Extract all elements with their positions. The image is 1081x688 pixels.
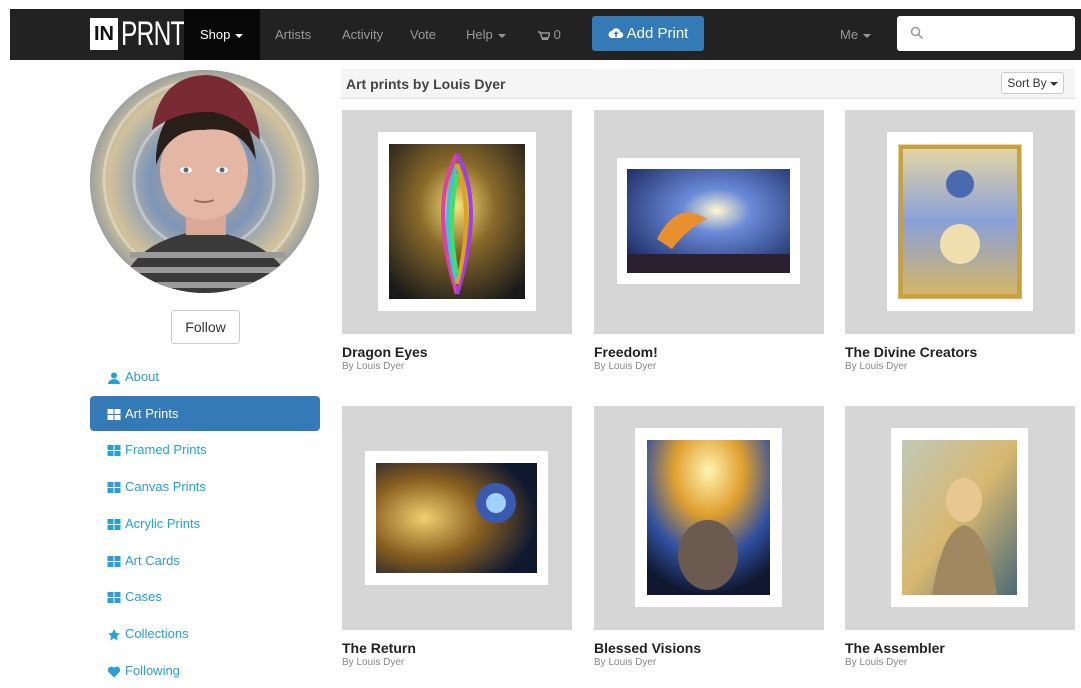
sort-by-dropdown[interactable]: Sort By: [1001, 72, 1064, 94]
print-thumbnail[interactable]: [594, 110, 824, 334]
nav-vote[interactable]: Vote: [410, 9, 436, 60]
sidebar-item-label: Acrylic Prints: [125, 516, 201, 531]
sidebar-item-label: Collections: [125, 626, 189, 641]
sidebar-item-about[interactable]: About: [90, 359, 320, 394]
print-title[interactable]: Dragon Eyes: [342, 344, 428, 360]
sidebar-item-canvas-prints[interactable]: Canvas Prints: [90, 469, 320, 504]
top-navbar: IN PRNT Shop Artists Activity Vote Help …: [10, 9, 1081, 60]
caret-down-icon: [497, 33, 506, 38]
follow-button[interactable]: Follow: [171, 310, 240, 344]
sidebar-item-art-prints[interactable]: Art Prints: [90, 396, 320, 431]
search-icon: [910, 26, 924, 40]
print-artwork: [376, 463, 537, 573]
print-artist[interactable]: By Louis Dyer: [845, 657, 907, 668]
print-thumbnail[interactable]: [594, 406, 824, 630]
cart-count: 0: [553, 27, 561, 42]
sidebar-item-cases[interactable]: Cases: [90, 579, 320, 614]
grid-icon: [107, 519, 121, 531]
print-mat: [887, 132, 1033, 311]
print-title[interactable]: The Return: [342, 640, 416, 656]
sidebar-item-label: About: [125, 369, 159, 384]
gallery-header: Art prints by Louis Dyer Sort By: [341, 69, 1075, 99]
print-thumbnail[interactable]: [342, 406, 572, 630]
nav-help[interactable]: Help: [466, 9, 506, 60]
grid-icon: [107, 556, 121, 568]
print-title[interactable]: The Assembler: [845, 640, 945, 656]
print-title[interactable]: Blessed Visions: [594, 640, 701, 656]
sidebar-item-label: Canvas Prints: [125, 479, 206, 494]
grid-icon: [107, 445, 121, 457]
sort-by-label: Sort By: [1007, 76, 1047, 90]
search-input[interactable]: [933, 22, 1063, 44]
print-mat: [365, 451, 548, 585]
star-icon: [108, 628, 120, 641]
print-mat: [378, 132, 536, 311]
nav-help-label: Help: [466, 27, 493, 42]
print-artwork: [902, 440, 1017, 595]
sidebar-item-following[interactable]: Following: [90, 653, 320, 688]
add-print-button[interactable]: Add Print: [592, 16, 704, 51]
sidebar-item-label: Art Cards: [125, 553, 180, 568]
grid-icon: [107, 409, 121, 421]
logo-box: IN: [90, 18, 118, 50]
page-title: Art prints by Louis Dyer: [346, 76, 506, 92]
sidebar-item-label: Framed Prints: [125, 442, 207, 457]
sidebar-item-label: Cases: [125, 589, 162, 604]
grid-icon: [107, 592, 121, 604]
print-artist[interactable]: By Louis Dyer: [845, 361, 907, 372]
print-thumbnail[interactable]: [845, 110, 1075, 334]
sidebar-item-collections[interactable]: Collections: [90, 616, 320, 651]
print-artwork: [898, 144, 1022, 299]
caret-down-icon: [235, 33, 244, 38]
sidebar-item-label: Following: [125, 663, 180, 678]
print-title[interactable]: Freedom!: [594, 344, 658, 360]
sidebar-item-art-cards[interactable]: Art Cards: [90, 543, 320, 578]
print-artist[interactable]: By Louis Dyer: [342, 657, 404, 668]
user-icon: [108, 372, 120, 384]
heart-icon: [107, 666, 121, 678]
nav-artists[interactable]: Artists: [275, 9, 311, 60]
nav-me-label: Me: [840, 27, 859, 42]
print-artist[interactable]: By Louis Dyer: [594, 361, 656, 372]
grid-icon: [107, 482, 121, 494]
print-title[interactable]: The Divine Creators: [845, 344, 977, 360]
nav-activity[interactable]: Activity: [342, 9, 383, 60]
print-thumbnail[interactable]: [845, 406, 1075, 630]
nav-shop[interactable]: Shop: [184, 9, 260, 60]
cloud-upload-icon: [608, 28, 623, 39]
logo-text: PRNT: [121, 15, 185, 53]
cart-icon: [538, 30, 552, 40]
sidebar-item-label: Art Prints: [125, 406, 179, 421]
nav-shop-label: Shop: [200, 27, 231, 42]
caret-down-icon: [863, 33, 872, 38]
print-mat: [635, 428, 782, 607]
print-artwork: [389, 144, 525, 299]
print-artist[interactable]: By Louis Dyer: [594, 657, 656, 668]
print-artwork: [647, 440, 770, 595]
print-artist[interactable]: By Louis Dyer: [342, 361, 404, 372]
caret-down-icon: [1049, 81, 1058, 86]
artist-avatar: [90, 70, 319, 293]
add-print-label: Add Print: [626, 25, 689, 42]
sidebar-item-acrylic-prints[interactable]: Acrylic Prints: [90, 506, 320, 541]
print-mat: [891, 428, 1028, 607]
print-mat: [617, 158, 800, 284]
search-box[interactable]: [897, 16, 1075, 51]
avatar-portrait: [90, 70, 319, 293]
sidebar-item-framed-prints[interactable]: Framed Prints: [90, 432, 320, 467]
nav-cart[interactable]: 0: [538, 9, 561, 60]
print-artwork: [627, 169, 790, 273]
nav-me[interactable]: Me: [840, 9, 872, 60]
print-thumbnail[interactable]: [342, 110, 572, 334]
